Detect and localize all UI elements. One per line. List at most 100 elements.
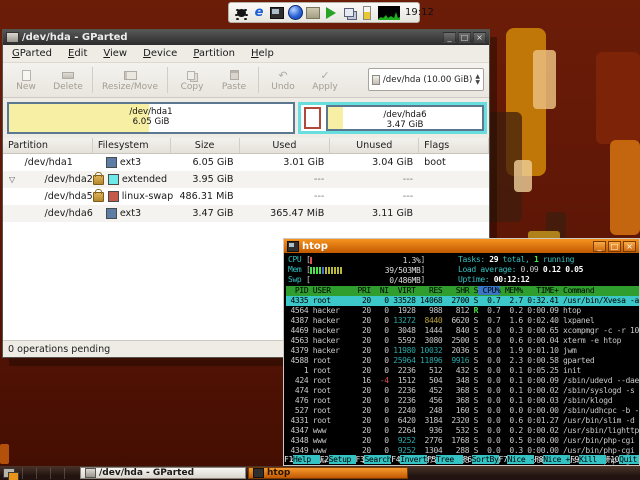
- proc-col-command[interactable]: Command: [559, 286, 595, 295]
- close-button[interactable]: ×: [473, 32, 486, 43]
- desktop-cell-4[interactable]: [64, 467, 76, 479]
- maximize-button[interactable]: □: [458, 32, 471, 43]
- taskbar-button-gparted[interactable]: /dev/hda - GParted: [80, 467, 246, 479]
- menu-device[interactable]: Device: [136, 47, 184, 60]
- pager-icon[interactable]: [2, 467, 20, 480]
- fkey-f1[interactable]: F1Help: [284, 455, 320, 465]
- new-button[interactable]: New: [5, 68, 47, 93]
- htop-process-header[interactable]: PID USER PRI NI VIRT RES SHR S CPU% MEM%…: [286, 286, 639, 296]
- column-header-flags[interactable]: Flags: [419, 138, 489, 153]
- partition-box-swap[interactable]: [304, 107, 321, 129]
- fkey-f7[interactable]: F7Nice -: [499, 455, 535, 465]
- maximize-button[interactable]: □: [608, 240, 621, 252]
- fkey-f9[interactable]: F9Kill: [570, 455, 606, 465]
- partition-box-extended[interactable]: /dev/hda6 3.47 GiB: [298, 102, 487, 134]
- proc-col-user[interactable]: USER: [308, 286, 353, 295]
- cpu-graph-icon[interactable]: [377, 5, 401, 21]
- column-header-filesystem[interactable]: Filesystem: [93, 138, 171, 153]
- column-header-unused[interactable]: Unused: [330, 138, 420, 153]
- process-row-4564[interactable]: 4564 hacker 20 0 1928 988 812 R 0.7 0.2 …: [286, 306, 639, 316]
- fkey-f6[interactable]: F6SortBy: [463, 455, 499, 465]
- play-icon[interactable]: [323, 5, 339, 21]
- browser-e-icon[interactable]: e: [251, 5, 267, 21]
- proc-col-mem[interactable]: MEM%: [500, 286, 523, 295]
- files-icon[interactable]: [341, 5, 357, 21]
- process-row-1[interactable]: 1 root 20 0 2236 512 432 S 0.0 0.1 0:05.…: [286, 366, 639, 376]
- fkey-f3[interactable]: F3Search: [356, 455, 392, 465]
- process-row-527[interactable]: 527 root 20 0 2240 248 160 S 0.0 0.0 0:0…: [286, 406, 639, 416]
- process-row-4469[interactable]: 4469 hacker 20 0 3048 1444 840 S 0.0 0.3…: [286, 326, 639, 336]
- process-row-4347[interactable]: 4347 www 20 0 2264 936 532 S 0.0 0.2 0:0…: [286, 426, 639, 436]
- process-row-4331[interactable]: 4331 root 20 0 6420 3184 2320 S 0.0 0.6 …: [286, 416, 639, 426]
- partition-table-header[interactable]: Partition Filesystem Size Used Unused Flags: [3, 138, 489, 154]
- partition-row-hda2[interactable]: ▽/dev/hda2 extended 3.95 GiB --- ---: [3, 171, 489, 188]
- menu-view[interactable]: View: [96, 47, 134, 60]
- minimize-button[interactable]: _: [443, 32, 456, 43]
- partition-box-hda6[interactable]: /dev/hda6 3.47 GiB: [326, 105, 484, 131]
- partition-box-hda1[interactable]: /dev/hda1 6.05 GiB: [7, 102, 295, 134]
- close-button[interactable]: ×: [623, 240, 636, 252]
- fkey-f4[interactable]: F4Invert: [391, 455, 427, 465]
- spider-icon[interactable]: [233, 5, 249, 21]
- filesystem-color-chip: [105, 157, 117, 168]
- fkey-f2[interactable]: F2Setup: [320, 455, 356, 465]
- menu-help[interactable]: Help: [244, 47, 281, 60]
- partition-row-hda1[interactable]: /dev/hda1 ext3 6.05 GiB 3.01 GiB 3.04 GiB boo…: [3, 154, 489, 171]
- apply-button[interactable]: ✓ Apply: [304, 68, 346, 93]
- gparted-titlebar[interactable]: /dev/hda - GParted _ □ ×: [3, 30, 489, 45]
- fkey-f5[interactable]: F5Tree: [427, 455, 463, 465]
- partition-row-hda6[interactable]: /dev/hda6 ext3 3.47 GiB 365.47 MiB 3.11 GiB: [3, 205, 489, 222]
- column-header-used[interactable]: Used: [240, 138, 331, 153]
- launcher-icons: e: [233, 5, 401, 21]
- fkey-f10[interactable]: F10Quit: [606, 455, 639, 465]
- proc-col-time[interactable]: TIME+: [523, 286, 559, 295]
- globe-icon[interactable]: [287, 5, 303, 21]
- htop-meters-area: CPU[1.3%] Mem[39/503MB] Swp[0/486MB] Tasks…: [286, 255, 639, 286]
- process-row-476[interactable]: 476 root 20 0 2236 456 368 S 0.0 0.1 0:0…: [286, 396, 639, 406]
- package-icon[interactable]: [305, 5, 321, 21]
- process-row-474[interactable]: 474 root 20 0 2236 452 368 S 0.0 0.1 0:0…: [286, 386, 639, 396]
- paste-button[interactable]: Paste: [213, 68, 255, 93]
- expander-icon[interactable]: ▽: [9, 175, 15, 184]
- proc-col-virt[interactable]: VIRT: [389, 286, 416, 295]
- proc-col-pri[interactable]: PRI: [353, 286, 371, 295]
- process-row-4348[interactable]: 4348 www 20 0 9252 2776 1768 S 0.0 0.5 0…: [286, 436, 639, 446]
- partition-row-hda5[interactable]: /dev/hda5 linux-swap 486.31 MiB --- ---: [3, 188, 489, 205]
- terminal-icon[interactable]: [269, 5, 285, 21]
- process-row-4563[interactable]: 4563 hacker 20 0 5592 3080 2500 S 0.0 0.…: [286, 336, 639, 346]
- gparted-menubar: GParted Edit View Device Partition Help: [3, 45, 489, 63]
- process-row-4379[interactable]: 4379 hacker 20 0 11980 10032 2036 S 0.0 …: [286, 346, 639, 356]
- htop-titlebar[interactable]: htop _ □ ×: [284, 239, 639, 253]
- combo-spinner-icon[interactable]: ▲ ▼: [475, 73, 480, 86]
- delete-button[interactable]: Delete: [47, 68, 89, 93]
- menu-partition[interactable]: Partition: [186, 47, 242, 60]
- desktop-cell-3[interactable]: [50, 467, 62, 479]
- process-row-424[interactable]: 424 root 16 -4 1512 504 348 S 0.0 0.1 0:…: [286, 376, 639, 386]
- proc-col-pid[interactable]: PID: [286, 286, 309, 295]
- process-row-4335[interactable]: 4335 root 20 0 33528 14068 2700 S 0.7 2.…: [286, 296, 639, 306]
- minimize-button[interactable]: _: [593, 240, 606, 252]
- htop-meters: CPU[1.3%] Mem[39/503MB] Swp[0/486MB]: [288, 255, 425, 285]
- proc-col-s[interactable]: S: [469, 286, 479, 295]
- gparted-task-label: /dev/hda - GParted: [99, 468, 195, 478]
- proc-col-ni[interactable]: NI: [371, 286, 389, 295]
- undo-button[interactable]: ↶ Undo: [262, 68, 304, 93]
- taskbar-button-htop[interactable]: htop: [248, 467, 408, 479]
- proc-col-cpu[interactable]: CPU%: [478, 286, 501, 295]
- desktop-cell-1[interactable]: [22, 467, 34, 479]
- fkey-f8[interactable]: F8Nice +: [534, 455, 570, 465]
- process-row-4387[interactable]: 4387 hacker 20 0 13272 8440 6620 S 0.7 1…: [286, 316, 639, 326]
- htop-terminal[interactable]: CPU[1.3%] Mem[39/503MB] Swp[0/486MB] Tasks…: [284, 253, 639, 465]
- device-selector-combo[interactable]: /dev/hda (10.00 GiB) ▲ ▼: [368, 68, 484, 91]
- menu-gparted[interactable]: GParted: [5, 47, 59, 60]
- desktop-cell-2[interactable]: [36, 467, 48, 479]
- process-row-4588[interactable]: 4588 root 20 0 25964 11896 9916 S 0.0 2.…: [286, 356, 639, 366]
- column-header-partition[interactable]: Partition: [3, 138, 93, 153]
- resize-move-button[interactable]: Resize/Move: [96, 68, 164, 93]
- proc-col-res[interactable]: RES: [416, 286, 443, 295]
- battery-icon[interactable]: [359, 5, 375, 21]
- proc-col-shr[interactable]: SHR: [442, 286, 470, 295]
- copy-button[interactable]: Copy: [171, 68, 213, 93]
- menu-edit[interactable]: Edit: [61, 47, 94, 60]
- column-header-size[interactable]: Size: [171, 138, 240, 153]
